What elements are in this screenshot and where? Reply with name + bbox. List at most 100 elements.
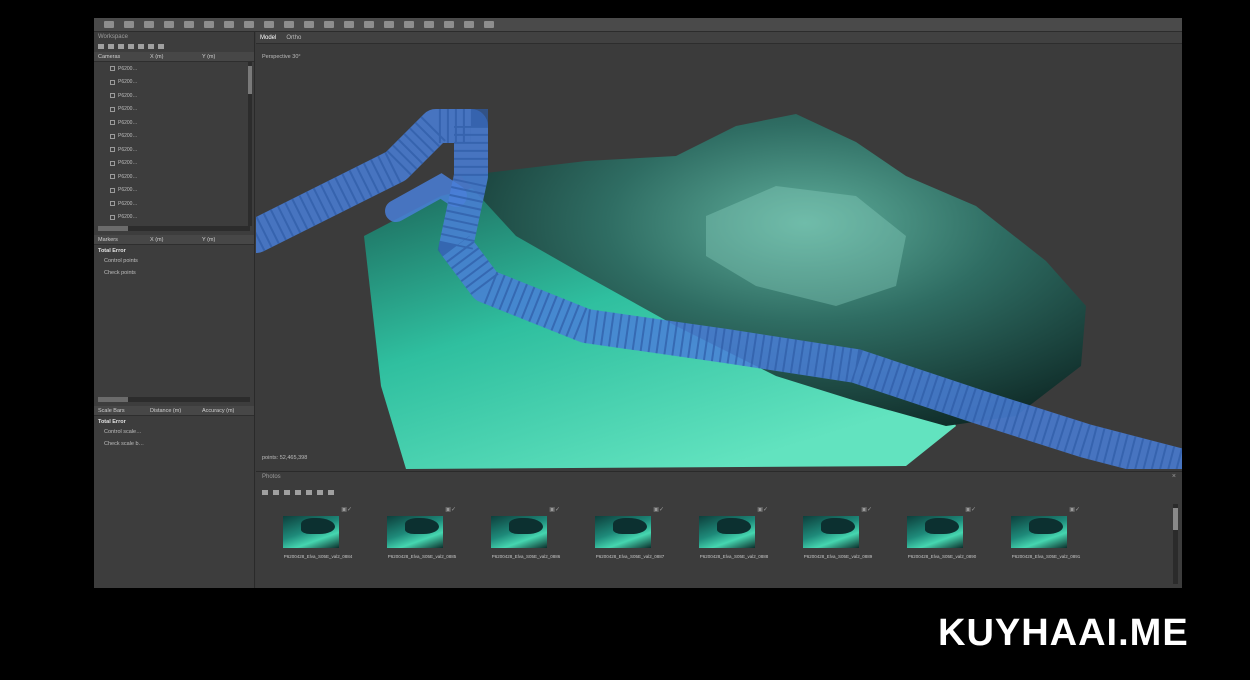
point-cloud-scene[interactable] xyxy=(256,46,1182,469)
photo-card[interactable]: ▣✓ P6200428_Elva_S05E_val2_0888 xyxy=(686,506,782,570)
camera-row[interactable]: P6200… xyxy=(110,197,254,211)
photo-thumbnail[interactable] xyxy=(283,516,339,548)
save-icon[interactable] xyxy=(144,21,154,28)
reset-view-icon[interactable] xyxy=(384,21,394,28)
camera-checkbox[interactable] xyxy=(110,201,115,207)
add-folder-icon[interactable] xyxy=(118,44,124,49)
workspace-title: Workspace xyxy=(98,34,128,40)
photo-thumbnail[interactable] xyxy=(387,516,443,548)
delete-selection-icon[interactable] xyxy=(304,21,314,28)
scalebars-col-distance[interactable]: Distance (m) xyxy=(150,408,198,414)
show-points-icon[interactable] xyxy=(424,21,434,28)
cameras-col-name[interactable]: Cameras xyxy=(98,54,146,60)
markers-col-y[interactable]: Y (m) xyxy=(202,237,250,243)
new-icon[interactable] xyxy=(104,21,114,28)
rectangle-select-icon[interactable] xyxy=(184,21,194,28)
open-icon[interactable] xyxy=(124,21,134,28)
camera-checkbox[interactable] xyxy=(110,106,115,112)
add-chunk-icon[interactable] xyxy=(98,44,104,49)
cameras-col-x[interactable]: X (m) xyxy=(150,54,198,60)
show-markers-icon[interactable] xyxy=(484,21,494,28)
camera-checkbox[interactable] xyxy=(110,160,115,166)
markers-col-name[interactable]: Markers xyxy=(98,237,146,243)
camera-checkbox[interactable] xyxy=(110,214,115,220)
navigation-icon[interactable] xyxy=(164,21,174,28)
free-select-icon[interactable] xyxy=(224,21,234,28)
photo-card[interactable]: ▣✓ P6200428_Elva_S05E_val2_0891 xyxy=(998,506,1094,570)
camera-row[interactable]: P6200… xyxy=(110,116,254,130)
camera-row[interactable]: P6200… xyxy=(110,143,254,157)
view-mode-icon[interactable] xyxy=(328,489,334,495)
camera-row[interactable]: P6200… xyxy=(110,211,254,225)
markers-hscrollbar[interactable] xyxy=(98,397,250,402)
delete-icon[interactable] xyxy=(295,489,301,495)
disable-icon[interactable] xyxy=(317,489,323,495)
photo-thumbnail[interactable] xyxy=(699,516,755,548)
disable-cameras-icon[interactable] xyxy=(148,44,154,49)
camera-checkbox[interactable] xyxy=(110,66,115,72)
photo-thumbnail[interactable] xyxy=(1011,516,1067,548)
reference-settings-icon[interactable] xyxy=(158,44,164,49)
resize-region-icon[interactable] xyxy=(244,21,254,28)
move-region-icon[interactable] xyxy=(264,21,274,28)
camera-list-hscrollbar[interactable] xyxy=(98,226,250,231)
camera-label: P6200… xyxy=(118,160,138,167)
enable-cameras-icon[interactable] xyxy=(138,44,144,49)
rotate-left-icon[interactable] xyxy=(262,489,268,495)
show-model-icon[interactable] xyxy=(444,21,454,28)
cameras-col-y[interactable]: Y (m) xyxy=(202,54,250,60)
camera-row[interactable]: P6200… xyxy=(110,170,254,184)
photo-card[interactable]: ▣✓ P6200428_Elva_S05E_val2_0884 xyxy=(270,506,366,570)
camera-row[interactable]: P6200… xyxy=(110,76,254,90)
circle-select-icon[interactable] xyxy=(204,21,214,28)
show-cameras-icon[interactable] xyxy=(404,21,414,28)
camera-checkbox[interactable] xyxy=(110,147,115,153)
rotate-region-icon[interactable] xyxy=(284,21,294,28)
camera-checkbox[interactable] xyxy=(110,120,115,126)
crop-selection-icon[interactable] xyxy=(324,21,334,28)
photos-scrollbar[interactable] xyxy=(1173,504,1178,584)
camera-label: P6200… xyxy=(118,173,138,180)
zoom-in-icon[interactable] xyxy=(344,21,354,28)
camera-row[interactable]: P6200… xyxy=(110,89,254,103)
photo-card[interactable]: ▣✓ P6200428_Elva_S05E_val2_0885 xyxy=(374,506,470,570)
rotate-right-icon[interactable] xyxy=(273,489,279,495)
camera-checkbox[interactable] xyxy=(110,133,115,139)
camera-row[interactable]: P6200… xyxy=(110,157,254,171)
camera-checkbox[interactable] xyxy=(110,93,115,99)
photo-thumbnail[interactable] xyxy=(491,516,547,548)
control-scale-row[interactable]: Control scale… xyxy=(94,426,254,438)
photo-thumbnail[interactable] xyxy=(907,516,963,548)
camera-checkbox[interactable] xyxy=(110,174,115,180)
photo-status-icon: ▣✓ xyxy=(757,507,768,513)
camera-row[interactable]: P6200… xyxy=(110,103,254,117)
add-photos-icon[interactable] xyxy=(108,44,114,49)
check-scale-row[interactable]: Check scale b… xyxy=(94,438,254,450)
scalebars-col-name[interactable]: Scale Bars xyxy=(98,408,146,414)
control-points-row[interactable]: Control points xyxy=(94,255,254,267)
photo-card[interactable]: ▣✓ P6200428_Elva_S05E_val2_0889 xyxy=(790,506,886,570)
camera-list-scrollbar[interactable] xyxy=(248,62,252,226)
check-points-row[interactable]: Check points xyxy=(94,267,254,279)
camera-row[interactable]: P6200… xyxy=(110,184,254,198)
show-shapes-icon[interactable] xyxy=(464,21,474,28)
photo-card[interactable]: ▣✓ P6200428_Elva_S05E_val2_0890 xyxy=(894,506,990,570)
photo-thumbnail[interactable] xyxy=(595,516,651,548)
zoom-out-icon[interactable] xyxy=(364,21,374,28)
scalebars-col-accuracy[interactable]: Accuracy (m) xyxy=(202,408,250,414)
close-icon[interactable]: × xyxy=(1172,473,1176,480)
photo-card[interactable]: ▣✓ P6200428_Elva_S05E_val2_0887 xyxy=(582,506,678,570)
photo-thumbnail[interactable] xyxy=(803,516,859,548)
markers-col-x[interactable]: X (m) xyxy=(150,237,198,243)
tab-model[interactable]: Model xyxy=(260,35,276,41)
model-viewport[interactable]: Model Ortho Perspective 30° points: 52,4… xyxy=(256,32,1182,469)
remove-items-icon[interactable] xyxy=(128,44,134,49)
camera-row[interactable]: P6200… xyxy=(110,62,254,76)
camera-row[interactable]: P6200… xyxy=(110,130,254,144)
tab-ortho[interactable]: Ortho xyxy=(286,35,301,41)
enable-icon[interactable] xyxy=(306,489,312,495)
camera-checkbox[interactable] xyxy=(110,79,115,85)
camera-checkbox[interactable] xyxy=(110,187,115,193)
reset-filter-icon[interactable] xyxy=(284,489,290,495)
photo-card[interactable]: ▣✓ P6200428_Elva_S05E_val2_0886 xyxy=(478,506,574,570)
